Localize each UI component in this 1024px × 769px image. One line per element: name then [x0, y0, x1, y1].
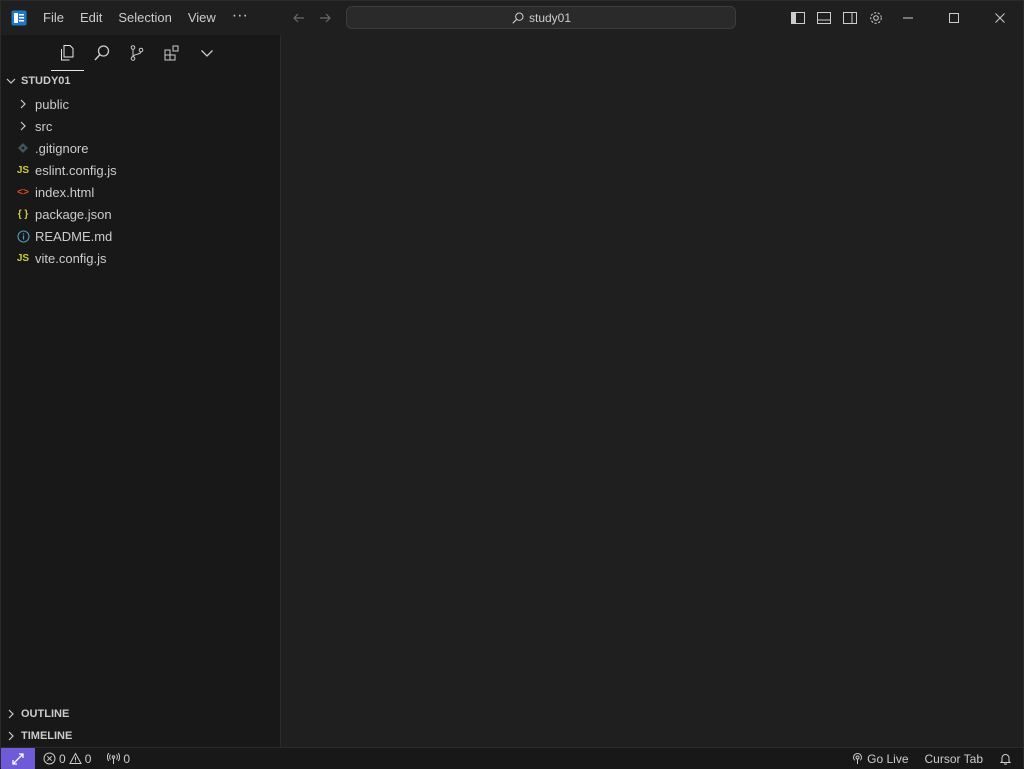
toggle-secondary-sidebar-icon[interactable] — [837, 7, 863, 29]
command-center-text: study01 — [528, 10, 572, 25]
window-controls — [885, 1, 1023, 35]
command-center-search[interactable]: study01 — [346, 6, 736, 29]
status-bar: 0 0 0 Go Live Cursor Tab — [1, 747, 1023, 769]
go-live-label: Go Live — [867, 751, 909, 766]
explorer-root-header[interactable]: STUDY01 — [1, 70, 280, 92]
tree-item-label: vite.config.js — [35, 250, 107, 266]
chevron-right-icon — [15, 120, 31, 132]
tree-item-index-html[interactable]: <> index.html — [1, 181, 280, 203]
git-file-icon — [15, 142, 31, 154]
status-bar-right: Go Live Cursor Tab — [846, 748, 1023, 769]
outline-section-header[interactable]: OUTLINE — [1, 703, 280, 725]
maximize-icon[interactable] — [931, 1, 977, 35]
tree-item-label: package.json — [35, 206, 112, 222]
tree-item-vite-config[interactable]: JS vite.config.js — [1, 247, 280, 269]
broadcast-icon — [853, 752, 863, 764]
file-tree: public src .gitignore JS eslint.config.j… — [1, 93, 280, 269]
explorer-root-label: STUDY01 — [21, 75, 71, 87]
problems-indicator[interactable]: 0 0 — [38, 748, 96, 769]
javascript-file-icon: JS — [16, 164, 30, 176]
tree-item-package-json[interactable]: { } package.json — [1, 203, 280, 225]
outline-label: OUTLINE — [21, 708, 70, 720]
menu-selection[interactable]: Selection — [110, 7, 179, 29]
navigation-arrows — [289, 1, 335, 35]
tree-item-label: eslint.config.js — [35, 162, 117, 178]
title-bar: File Edit Selection View ··· study01 — [1, 1, 1023, 35]
broadcast-icon — [107, 752, 121, 764]
explorer-view-icon[interactable] — [49, 35, 84, 71]
close-icon[interactable] — [977, 1, 1023, 35]
menu-edit[interactable]: Edit — [72, 7, 110, 29]
cursor-tab-label: Cursor Tab — [924, 751, 983, 766]
error-icon — [43, 752, 56, 765]
remote-indicator-icon[interactable] — [1, 748, 35, 769]
tree-item-gitignore[interactable]: .gitignore — [1, 137, 280, 159]
activity-bar — [49, 35, 224, 71]
app-logo-icon[interactable] — [11, 10, 27, 26]
info-icon — [15, 229, 31, 243]
javascript-file-icon: JS — [16, 252, 30, 264]
source-control-icon[interactable] — [119, 35, 154, 71]
ports-indicator[interactable]: 0 — [102, 748, 135, 769]
toggle-primary-sidebar-icon[interactable] — [785, 7, 811, 29]
layout-controls — [785, 1, 889, 35]
ports-count: 0 — [123, 751, 131, 766]
tree-item-label: .gitignore — [35, 140, 89, 156]
chevron-down-icon — [1, 75, 21, 87]
minimize-icon[interactable] — [885, 1, 931, 35]
tree-item-label: public — [35, 96, 69, 112]
tree-item-eslint-config[interactable]: JS eslint.config.js — [1, 159, 280, 181]
menu-more-button[interactable]: ··· — [224, 7, 256, 29]
tree-item-readme[interactable]: README.md — [1, 225, 280, 247]
search-icon — [512, 11, 524, 24]
tree-item-label: src — [35, 118, 53, 134]
tree-item-label: README.md — [35, 228, 113, 244]
chevron-right-icon — [1, 708, 21, 720]
tree-item-src[interactable]: src — [1, 115, 280, 137]
explorer-sidebar: STUDY01 public src .gitignore JS eslint.… — [1, 35, 281, 747]
warning-icon — [68, 752, 82, 764]
warning-count: 0 — [84, 751, 92, 766]
chevron-right-icon — [15, 98, 31, 110]
chevron-right-icon — [1, 730, 21, 742]
toggle-panel-icon[interactable] — [811, 7, 837, 29]
app-window: File Edit Selection View ··· study01 STU… — [0, 0, 1024, 769]
timeline-section-header[interactable]: TIMELINE — [1, 725, 280, 747]
html-file-icon: <> — [17, 186, 29, 198]
back-arrow-icon[interactable] — [289, 8, 309, 28]
timeline-label: TIMELINE — [21, 730, 73, 742]
go-live-button[interactable]: Go Live — [846, 748, 913, 769]
error-count: 0 — [59, 751, 66, 766]
search-view-icon[interactable] — [84, 35, 119, 71]
extensions-icon[interactable] — [154, 35, 189, 71]
menu-view[interactable]: View — [180, 7, 224, 29]
json-file-icon: { } — [17, 208, 29, 220]
more-views-chevron-down-icon[interactable] — [189, 35, 224, 71]
menu-file[interactable]: File — [35, 7, 72, 29]
forward-arrow-icon[interactable] — [315, 8, 335, 28]
tree-item-public[interactable]: public — [1, 93, 280, 115]
editor-area[interactable] — [281, 35, 1023, 747]
cursor-tab-button[interactable]: Cursor Tab — [920, 748, 988, 769]
menu-bar: File Edit Selection View ··· — [35, 1, 256, 35]
tree-item-label: index.html — [35, 184, 95, 200]
notifications-bell-icon[interactable] — [994, 748, 1017, 769]
